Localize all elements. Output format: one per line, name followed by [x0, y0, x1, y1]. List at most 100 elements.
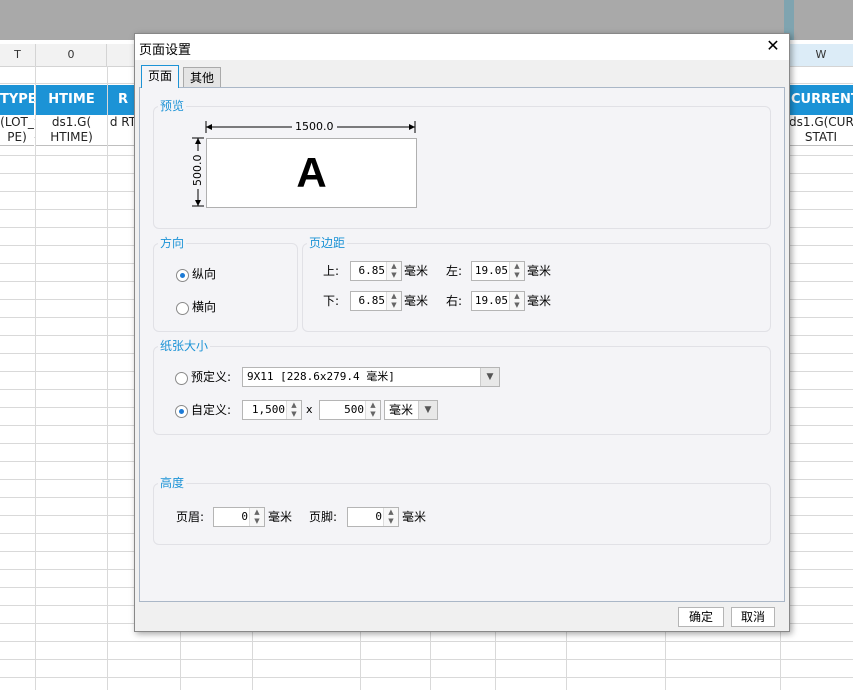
header-height-unit: 毫米 — [268, 510, 293, 524]
custom-width-value: 1,500 — [251, 403, 285, 416]
paper-unit-select[interactable]: 毫米 ▼ — [384, 400, 438, 420]
margin-left-unit: 毫米 — [527, 264, 552, 278]
chevron-down-icon[interactable]: ▼ — [418, 401, 437, 419]
preview-group: 预览 1500.0 500.0 A — [153, 99, 771, 229]
portrait-label[interactable]: 纵向 — [192, 264, 216, 284]
margins-group: 页边距 上: 6.85 ▲ ▼ 毫米 左: 19.05 ▲ ▼ 毫米 下: 6.85… — [302, 236, 771, 332]
height-group-title: 高度 — [158, 476, 187, 490]
orientation-group: 方向 纵向 横向 — [153, 236, 298, 332]
margin-top-label: 上: — [323, 264, 340, 278]
dialog-title-bar: 页面设置 ✕ — [135, 34, 789, 60]
column-header-t[interactable]: T — [0, 44, 36, 66]
landscape-radio[interactable] — [176, 302, 189, 315]
tab-panel-page: 预览 1500.0 500.0 A 方向 纵向 横向 页边距 上: 6.85 ▲… — [139, 87, 785, 602]
custom-width-spinner[interactable]: ▲ ▼ — [286, 401, 301, 419]
up-arrow-icon[interactable]: ▲ — [387, 262, 401, 271]
header-cell-current[interactable]: CURRENT_ — [789, 85, 853, 115]
portrait-radio[interactable] — [176, 269, 189, 282]
margin-bottom-spinner[interactable]: ▲ ▼ — [386, 292, 401, 310]
down-arrow-icon[interactable]: ▼ — [250, 517, 264, 526]
custom-label[interactable]: 自定义: — [191, 400, 231, 420]
margin-right-spinner[interactable]: ▲ ▼ — [509, 292, 524, 310]
header-height-input[interactable]: 0 ▲ ▼ — [213, 507, 265, 527]
down-arrow-icon[interactable]: ▼ — [510, 271, 524, 280]
paper-size-group-title: 纸张大小 — [158, 339, 211, 353]
margin-left-input[interactable]: 19.05 ▲ ▼ — [471, 261, 525, 281]
custom-radio[interactable] — [175, 405, 188, 418]
margin-left-spinner[interactable]: ▲ ▼ — [509, 262, 524, 280]
custom-height-input[interactable]: 500 ▲ ▼ — [319, 400, 381, 420]
margin-left-label: 左: — [446, 264, 463, 278]
down-arrow-icon[interactable]: ▼ — [366, 410, 380, 419]
header-height-label: 页眉: — [176, 510, 205, 524]
custom-width-input[interactable]: 1,500 ▲ ▼ — [242, 400, 302, 420]
cancel-button[interactable]: 取消 — [731, 607, 775, 627]
data-cell-htime[interactable]: ds1.G( HTIME) — [36, 115, 107, 146]
paper-size-group: 纸张大小 预定义: 9X11 [228.6x279.4 毫米] ▼ 自定义: 1… — [153, 339, 771, 435]
up-arrow-icon[interactable]: ▲ — [250, 508, 264, 517]
header-cell-htime[interactable]: HTIME — [36, 85, 107, 115]
preview-page: A — [206, 138, 417, 208]
footer-height-value: 0 — [375, 510, 382, 523]
up-arrow-icon[interactable]: ▲ — [510, 262, 524, 271]
margin-right-input[interactable]: 19.05 ▲ ▼ — [471, 291, 525, 311]
up-arrow-icon[interactable]: ▲ — [287, 401, 301, 410]
margins-group-title: 页边距 — [307, 236, 348, 250]
data-cell-current[interactable]: ds1.G(CUR STATI — [789, 115, 853, 146]
column-header-0[interactable]: 0 — [36, 44, 107, 66]
landscape-label[interactable]: 横向 — [192, 297, 216, 317]
margin-top-unit: 毫米 — [404, 264, 429, 278]
header-height-spinner[interactable]: ▲ ▼ — [249, 508, 264, 526]
paper-unit-value: 毫米 — [389, 403, 414, 417]
margin-bottom-label: 下: — [323, 294, 340, 308]
preview-height-label: 500.0 — [191, 151, 204, 189]
data-cell-type[interactable]: (LOT_ PE) — [0, 115, 34, 146]
header-cell-type[interactable]: TYPE — [0, 85, 34, 115]
margin-bottom-input[interactable]: 6.85 ▲ ▼ — [350, 291, 402, 311]
footer-height-label: 页脚: — [309, 510, 338, 524]
page-setup-dialog: 页面设置 ✕ 页面 其他 预览 1500.0 500.0 A 方向 纵向 横向 … — [134, 33, 790, 632]
footer-height-unit: 毫米 — [402, 510, 427, 524]
predefined-label[interactable]: 预定义: — [191, 367, 231, 387]
predefined-radio[interactable] — [175, 372, 188, 385]
preview-letter: A — [296, 149, 327, 196]
down-arrow-icon[interactable]: ▼ — [384, 517, 398, 526]
tab-other[interactable]: 其他 — [183, 67, 222, 88]
dialog-title: 页面设置 — [139, 43, 192, 58]
margin-bottom-unit: 毫米 — [404, 294, 429, 308]
margin-top-spinner[interactable]: ▲ ▼ — [386, 262, 401, 280]
margin-right-unit: 毫米 — [527, 294, 552, 308]
margin-left-value: 19.05 — [474, 264, 508, 277]
footer-height-spinner[interactable]: ▲ ▼ — [383, 508, 398, 526]
chevron-down-icon[interactable]: ▼ — [480, 368, 499, 386]
grid-line — [35, 66, 36, 690]
preview-width-label: 1500.0 — [292, 120, 337, 133]
up-arrow-icon[interactable]: ▲ — [387, 292, 401, 301]
custom-height-spinner[interactable]: ▲ ▼ — [365, 401, 380, 419]
tab-page[interactable]: 页面 — [141, 65, 180, 88]
close-icon[interactable]: ✕ — [763, 36, 783, 56]
footer-height-input[interactable]: 0 ▲ ▼ — [347, 507, 399, 527]
margin-right-value: 19.05 — [474, 294, 508, 307]
predefined-paper-value: 9X11 [228.6x279.4 毫米] — [247, 370, 395, 383]
margin-top-value: 6.85 — [358, 264, 386, 277]
up-arrow-icon[interactable]: ▲ — [510, 292, 524, 301]
margin-bottom-value: 6.85 — [358, 294, 386, 307]
down-arrow-icon[interactable]: ▼ — [287, 410, 301, 419]
orientation-group-title: 方向 — [158, 236, 187, 250]
down-arrow-icon[interactable]: ▼ — [387, 301, 401, 310]
grid-line — [107, 66, 108, 690]
column-header-w[interactable]: W — [789, 44, 853, 66]
height-group: 高度 页眉: 0 ▲ ▼ 毫米 页脚: 0 ▲ ▼ 毫米 — [153, 476, 771, 545]
down-arrow-icon[interactable]: ▼ — [387, 271, 401, 280]
predefined-paper-select[interactable]: 9X11 [228.6x279.4 毫米] ▼ — [242, 367, 500, 387]
up-arrow-icon[interactable]: ▲ — [384, 508, 398, 517]
margin-right-label: 右: — [446, 294, 463, 308]
up-arrow-icon[interactable]: ▲ — [366, 401, 380, 410]
header-height-value: 0 — [241, 510, 248, 523]
custom-height-value: 500 — [344, 403, 364, 416]
margin-top-input[interactable]: 6.85 ▲ ▼ — [350, 261, 402, 281]
ok-button[interactable]: 确定 — [678, 607, 724, 627]
down-arrow-icon[interactable]: ▼ — [510, 301, 524, 310]
times-label: x — [306, 403, 313, 416]
